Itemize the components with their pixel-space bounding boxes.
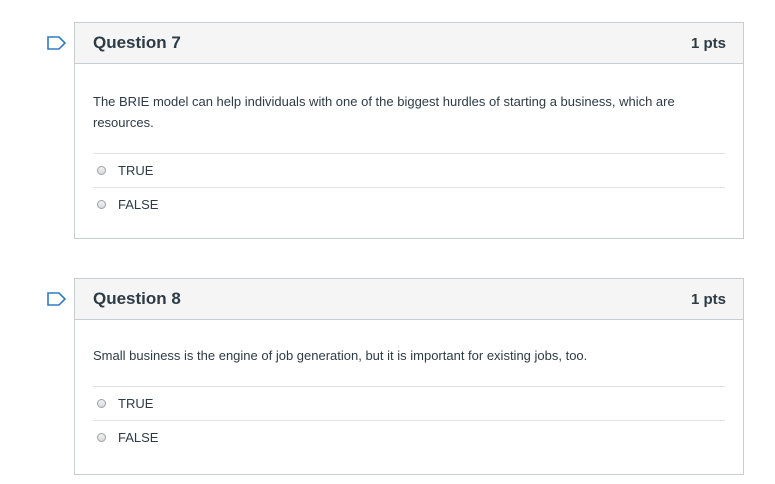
question-text: Small business is the engine of job gene… <box>93 348 588 363</box>
answer-option-true[interactable]: TRUE <box>93 387 725 421</box>
answer-label: FALSE <box>118 430 159 445</box>
question-text: The BRIE model can help individuals with… <box>93 94 675 130</box>
radio-button-icon[interactable] <box>97 200 106 209</box>
answer-list: TRUE FALSE <box>93 386 725 454</box>
answer-option-true[interactable]: TRUE <box>93 154 725 188</box>
answer-option-false[interactable]: FALSE <box>93 188 725 221</box>
question-body: Small business is the engine of job gene… <box>75 320 743 472</box>
question-header: Question 8 1 pts <box>75 279 743 320</box>
question-header: Question 7 1 pts <box>75 23 743 64</box>
question-points: 1 pts <box>690 34 726 52</box>
question-title: Question 8 <box>93 289 181 308</box>
flag-question-icon[interactable] <box>47 36 67 50</box>
radio-button-icon[interactable] <box>97 166 106 175</box>
answer-label: TRUE <box>118 163 154 178</box>
answer-label: FALSE <box>118 197 159 212</box>
answer-label: TRUE <box>118 396 154 411</box>
quiz-page: Question 7 1 pts The BRIE model can help… <box>0 0 775 484</box>
question-body: The BRIE model can help individuals with… <box>75 64 743 239</box>
question-card: Question 8 1 pts Small business is the e… <box>74 278 744 475</box>
question-title: Question 7 <box>93 33 181 52</box>
question-points: 1 pts <box>690 290 726 308</box>
question-card: Question 7 1 pts The BRIE model can help… <box>74 22 744 239</box>
answer-list: TRUE FALSE <box>93 153 725 221</box>
radio-button-icon[interactable] <box>97 433 106 442</box>
answer-option-false[interactable]: FALSE <box>93 421 725 454</box>
radio-button-icon[interactable] <box>97 399 106 408</box>
flag-question-icon[interactable] <box>47 292 67 306</box>
